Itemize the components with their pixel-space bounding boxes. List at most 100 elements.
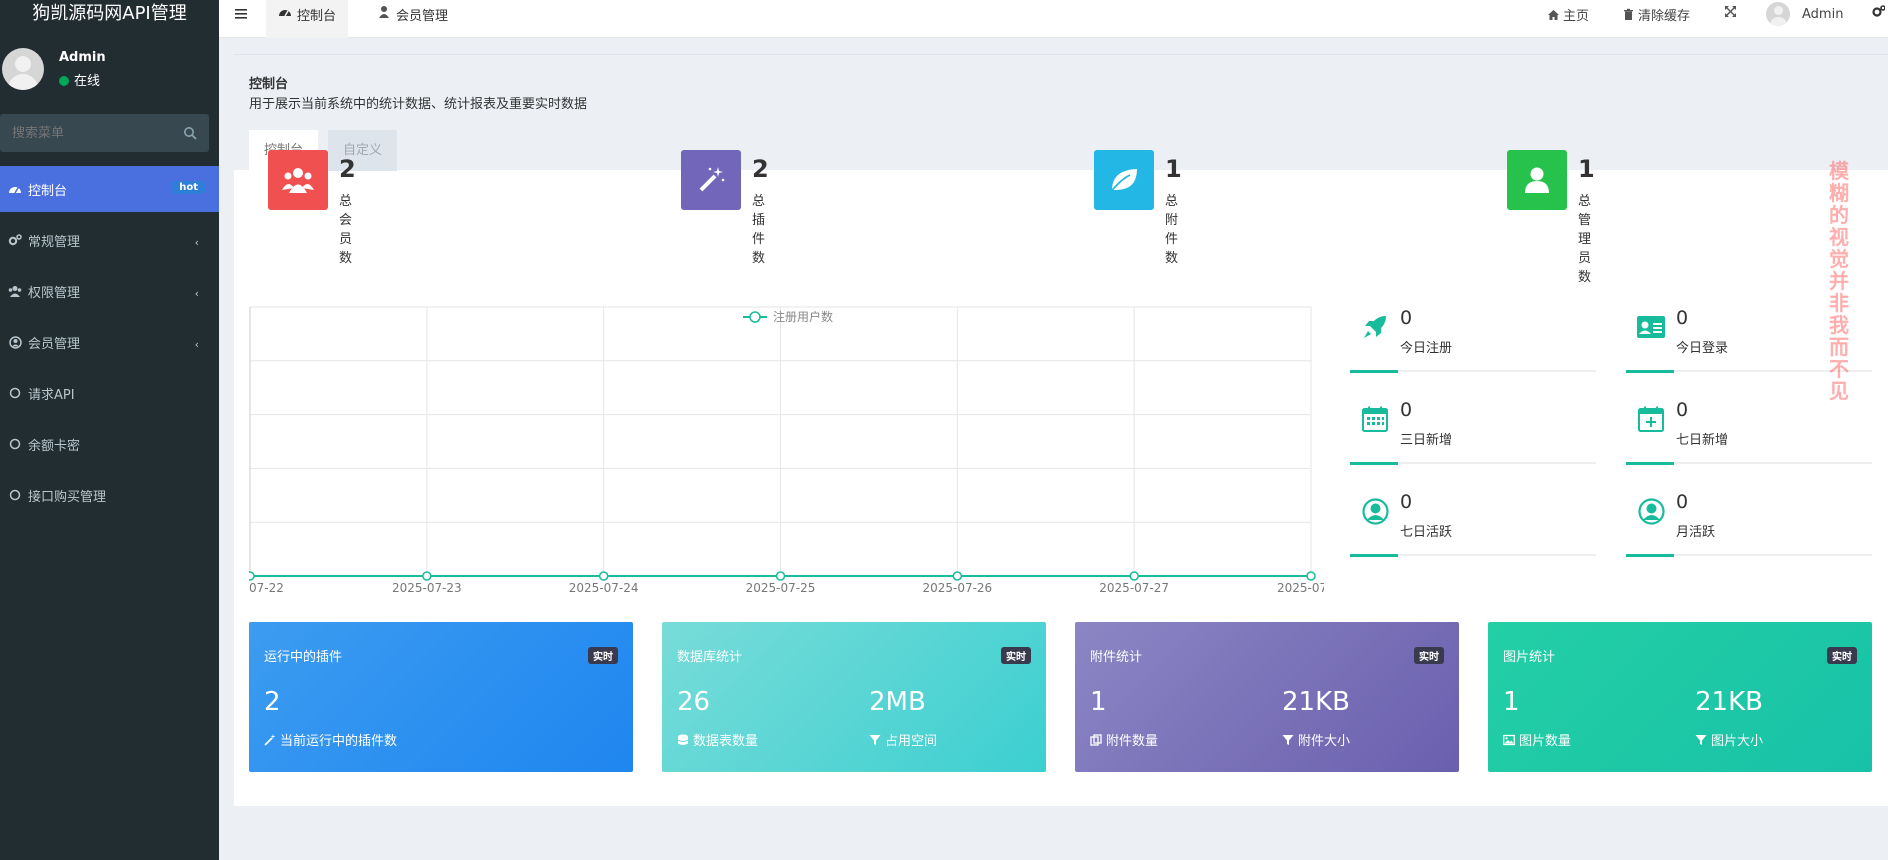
expand-icon — [1725, 6, 1736, 17]
panel-sub-label: 占用空间 — [885, 734, 938, 749]
fullscreen-button[interactable] — [1724, 5, 1740, 18]
stat-icon-box — [1507, 150, 1567, 210]
panel-database: 数据库统计 实时 26 数据表数量 2MB 占用空间 — [662, 622, 1046, 772]
chevron-left-icon: ‹ — [194, 338, 199, 351]
mini-stat-bar — [1350, 370, 1596, 373]
panel-sub-label: 附件大小 — [1298, 734, 1351, 749]
stat-label: 总会员数 — [339, 194, 353, 266]
mini-stat-bar — [1350, 554, 1596, 557]
data-point — [952, 571, 963, 581]
panel-sub: 当前运行中的插件数 — [264, 730, 397, 749]
tab-member-management[interactable]: 会员管理 — [365, 0, 460, 38]
stat-value: 2 — [339, 155, 356, 183]
sidebar-item-label: 会员管理 — [28, 336, 81, 352]
stat-value: 1 — [1165, 155, 1182, 183]
app-logo[interactable]: 狗凯源码网API管理 — [0, 0, 219, 28]
search-icon[interactable] — [183, 126, 197, 140]
panel-sub: 附件数量 — [1090, 730, 1158, 749]
sidebar-item-permission[interactable]: 权限管理 ‹ — [0, 268, 219, 314]
user-icon — [379, 6, 389, 18]
dashboard-icon — [279, 10, 291, 17]
circle-icon — [7, 487, 23, 503]
data-point — [1306, 571, 1316, 581]
sidebar-item-dashboard[interactable]: 控制台 hot — [0, 166, 219, 212]
panel-title: 运行中的插件 — [264, 650, 343, 665]
users-icon — [7, 283, 23, 299]
panel-running-plugins: 运行中的插件 实时 2 当前运行中的插件数 — [249, 622, 633, 772]
copy-icon — [1090, 733, 1102, 746]
sidebar-item-general[interactable]: 常规管理 ‹ — [0, 217, 219, 263]
panel-sub: 图片大小 — [1695, 730, 1763, 749]
dashboard-icon — [7, 181, 23, 197]
panel-sub-label: 附件数量 — [1106, 734, 1159, 749]
mini-stat-label: 七日新增 — [1676, 433, 1729, 448]
sidebar-item-balance-card[interactable]: 余额卡密 — [0, 421, 219, 467]
panel-title: 图片统计 — [1503, 650, 1556, 665]
admin-user-menu[interactable]: Admin — [1766, 2, 1843, 26]
online-dot-icon — [59, 76, 69, 86]
panel-sub-label: 图片大小 — [1711, 734, 1764, 749]
cogs-icon — [7, 232, 23, 248]
filter-icon — [869, 734, 881, 745]
mini-stat-seven-day: 0 七日新增 — [1626, 399, 1872, 468]
page-description: 用于展示当前系统中的统计数据、统计报表及重要实时数据 — [249, 97, 588, 112]
panel-sub: 数据表数量 — [677, 730, 758, 749]
avatar — [2, 48, 44, 90]
stat-label: 总管理员数 — [1578, 194, 1592, 285]
stat-label: 总附件数 — [1165, 194, 1179, 266]
registration-line-chart: 07-22 2025-07-23 2025-07-24 2025-07-25 2025-… — [249, 306, 1324, 595]
settings-button[interactable] — [1872, 5, 1888, 18]
tab-dashboard[interactable]: 控制台 — [266, 0, 349, 38]
stat-icon-box — [268, 150, 328, 210]
home-label: 主页 — [1563, 9, 1590, 24]
mini-stat-value: 0 — [1400, 399, 1413, 421]
chevron-left-icon: ‹ — [194, 236, 199, 249]
realtime-badge: 实时 — [588, 647, 618, 664]
home-link[interactable]: 主页 — [1547, 5, 1589, 24]
mini-stat-value: 0 — [1400, 307, 1413, 329]
panel-sub-label: 图片数量 — [1519, 734, 1572, 749]
mini-stat-label: 今日登录 — [1676, 341, 1729, 356]
database-icon — [677, 734, 689, 745]
mini-stat-value: 0 — [1676, 399, 1689, 421]
mini-stat-label: 三日新增 — [1400, 433, 1453, 448]
menu-toggle-icon[interactable] — [233, 6, 249, 22]
data-point — [1129, 571, 1139, 581]
sidebar-item-label: 接口购买管理 — [28, 489, 107, 505]
image-icon — [1503, 734, 1515, 745]
home-icon — [1548, 10, 1559, 20]
panel-value: 21KB — [1695, 687, 1763, 717]
sidebar-item-api-purchase[interactable]: 接口购买管理 — [0, 472, 219, 518]
mini-stat-value: 0 — [1400, 491, 1413, 513]
user-circle-icon — [1360, 496, 1390, 526]
rocket-icon — [1360, 312, 1390, 342]
sidebar-item-label: 余额卡密 — [28, 438, 81, 454]
leaf-icon — [1109, 169, 1137, 194]
realtime-badge: 实时 — [1001, 647, 1031, 664]
circle-icon — [7, 385, 23, 401]
x-tick-label: 07-22 — [249, 581, 284, 595]
mini-stat-value: 0 — [1676, 491, 1689, 513]
x-tick-label: 2025-07 — [1277, 581, 1324, 595]
magic-wand-icon — [264, 733, 276, 746]
panel-value: 26 — [677, 687, 711, 717]
tab-label: 控制台 — [297, 9, 337, 24]
mini-stat-bar — [1626, 462, 1872, 465]
users-icon — [282, 168, 314, 193]
panel-sub: 占用空间 — [869, 730, 937, 749]
search-input[interactable] — [0, 114, 170, 152]
clear-cache-button[interactable]: 清除缓存 — [1622, 5, 1690, 24]
mini-stat-value: 0 — [1676, 307, 1689, 329]
mini-stat-bar — [1350, 462, 1596, 465]
panel-sub-label: 数据表数量 — [693, 734, 759, 749]
data-point — [775, 571, 786, 581]
realtime-badge: 实时 — [1827, 647, 1857, 664]
panel-value: 2MB — [869, 687, 926, 717]
circle-icon — [7, 436, 23, 452]
sidebar-item-members[interactable]: 会员管理 ‹ — [0, 319, 219, 365]
sidebar-item-request-api[interactable]: 请求API — [0, 370, 219, 416]
sidebar-item-label: 常规管理 — [28, 234, 81, 250]
panel-value: 2 — [264, 687, 281, 717]
data-point — [598, 571, 609, 581]
mini-stat-today-register: 0 今日注册 — [1350, 307, 1596, 376]
